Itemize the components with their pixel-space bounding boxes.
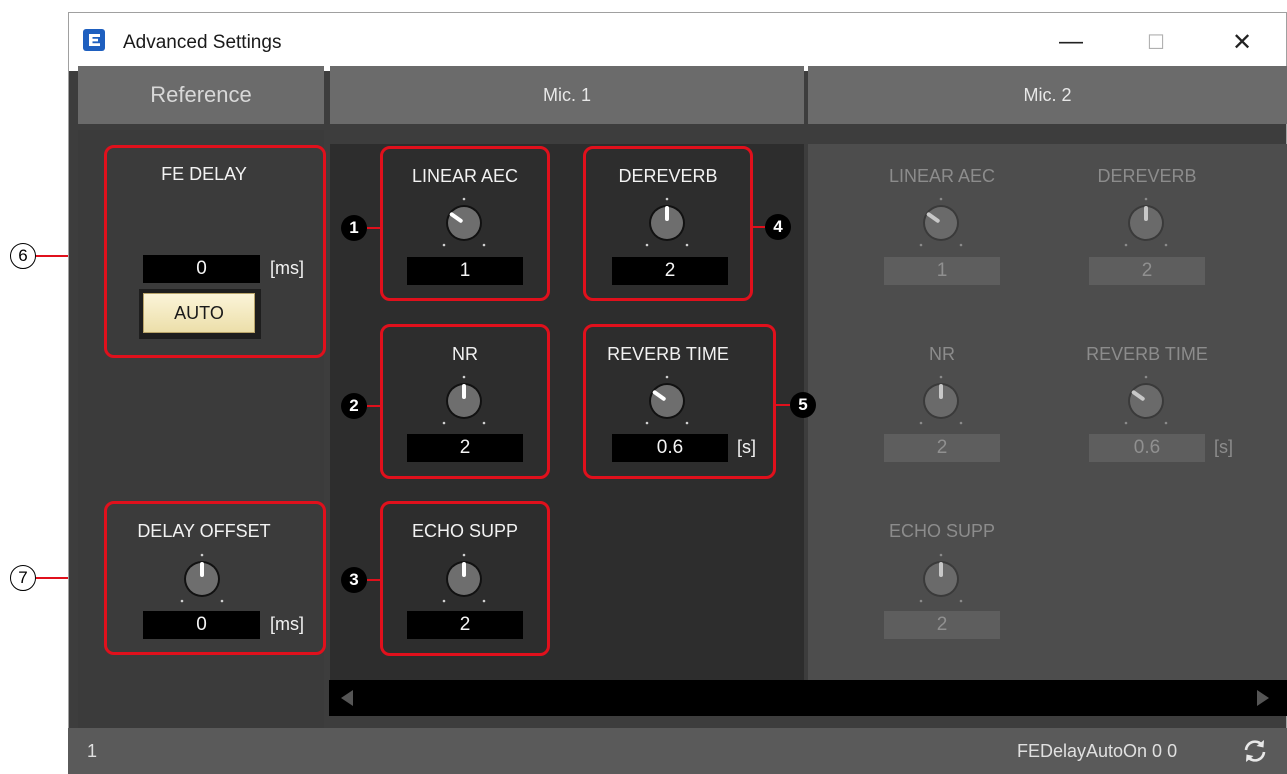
tab-reference: Reference [78, 66, 324, 124]
mic1-dereverb-label: DEREVERB [618, 166, 718, 186]
fe-delay-value[interactable]: 0 [143, 255, 260, 283]
mic2-linear-aec-label: LINEAR AEC [888, 166, 996, 186]
mic1-reverb-time-knob[interactable] [637, 371, 697, 429]
app-icon [83, 29, 105, 51]
mic2-nr-knob [919, 375, 963, 425]
fe-delay-label: FE DELAY [161, 164, 247, 184]
delay-offset-knob[interactable] [172, 549, 232, 607]
mic1-dereverb-knob[interactable] [637, 193, 697, 251]
auto-button[interactable]: AUTO [139, 289, 261, 339]
mic1-nr-knob[interactable] [434, 371, 494, 429]
callout-3-leader [367, 579, 381, 581]
mic2-reverb-time-label: REVERB TIME [1086, 344, 1208, 364]
mic1-nr-label: NR [452, 344, 478, 364]
callout-3: 3 [341, 567, 367, 593]
callout-7: 7 [10, 565, 36, 591]
mic2-echo-supp-knob [919, 553, 963, 603]
mic2-dereverb-label: DEREVERB [1097, 166, 1197, 186]
delay-offset-unit: [ms] [270, 614, 304, 634]
callout-2-leader [367, 405, 381, 407]
mic1-reverb-time-label: REVERB TIME [607, 344, 729, 364]
mic2-echo-supp-value: 2 [884, 611, 1000, 639]
callout-5: 5 [790, 392, 816, 418]
mic1-linear-aec-knob[interactable] [434, 193, 494, 251]
mic1-echo-supp-value[interactable]: 2 [407, 611, 523, 639]
callout-1: 1 [341, 215, 367, 241]
status-left-text: 1 [87, 741, 98, 761]
status-right-text: FEDelayAutoOn 0 0 [1017, 741, 1178, 761]
mic2-reverb-time-unit: [s] [1214, 437, 1234, 457]
status-bar: 1 FEDelayAutoOn 0 0 [68, 728, 1287, 774]
scroll-right-arrow-icon[interactable] [1257, 690, 1269, 706]
callout-5-leader [774, 404, 790, 406]
mic2-echo-supp-label: ECHO SUPP [888, 521, 996, 541]
mic1-linear-aec-value[interactable]: 1 [407, 257, 523, 285]
mic1-nr-value[interactable]: 2 [407, 434, 523, 462]
mic1-reverb-time-unit: [s] [737, 437, 757, 457]
mic2-linear-aec-value: 1 [884, 257, 1000, 285]
delay-offset-label: DELAY OFFSET [137, 521, 271, 541]
mic2-linear-aec-knob [919, 197, 963, 247]
scroll-left-arrow-icon[interactable] [341, 690, 353, 706]
callout-4: 4 [765, 214, 791, 240]
mic1-reverb-time-value[interactable]: 0.6 [612, 434, 728, 462]
horizontal-scrollbar[interactable] [329, 680, 1287, 716]
callout-1-leader [367, 227, 381, 229]
delay-offset-value[interactable]: 0 [143, 611, 260, 639]
callout-2: 2 [341, 393, 367, 419]
callout-6: 6 [10, 243, 36, 269]
mic2-nr-value: 2 [884, 434, 1000, 462]
mic2-reverb-time-value: 0.6 [1089, 434, 1205, 462]
maximize-button[interactable]: ☐ [1133, 23, 1179, 61]
fe-delay-unit: [ms] [270, 258, 304, 278]
callout-4-leader [751, 226, 765, 228]
mic2-dereverb-value: 2 [1089, 257, 1205, 285]
mic1-dereverb-value[interactable]: 2 [612, 257, 728, 285]
tab-mic2: Mic. 2 [808, 66, 1287, 124]
title-bar: Advanced Settings — ☐ ✕ [69, 13, 1286, 71]
auto-button-label: AUTO [143, 293, 255, 333]
refresh-icon[interactable] [1241, 737, 1269, 765]
tab-mic1: Mic. 1 [330, 66, 804, 124]
mic2-reverb-time-knob [1124, 375, 1168, 425]
mic2-panel [808, 144, 1287, 680]
minimize-button[interactable]: — [1048, 23, 1094, 61]
window-title: Advanced Settings [123, 32, 282, 53]
close-button[interactable]: ✕ [1219, 23, 1265, 61]
mic1-echo-supp-label: ECHO SUPP [411, 521, 519, 541]
mic2-dereverb-knob [1124, 197, 1168, 247]
mic1-echo-supp-knob[interactable] [434, 549, 494, 607]
mic2-nr-label: NR [929, 344, 955, 364]
mic1-linear-aec-label: LINEAR AEC [411, 166, 519, 186]
